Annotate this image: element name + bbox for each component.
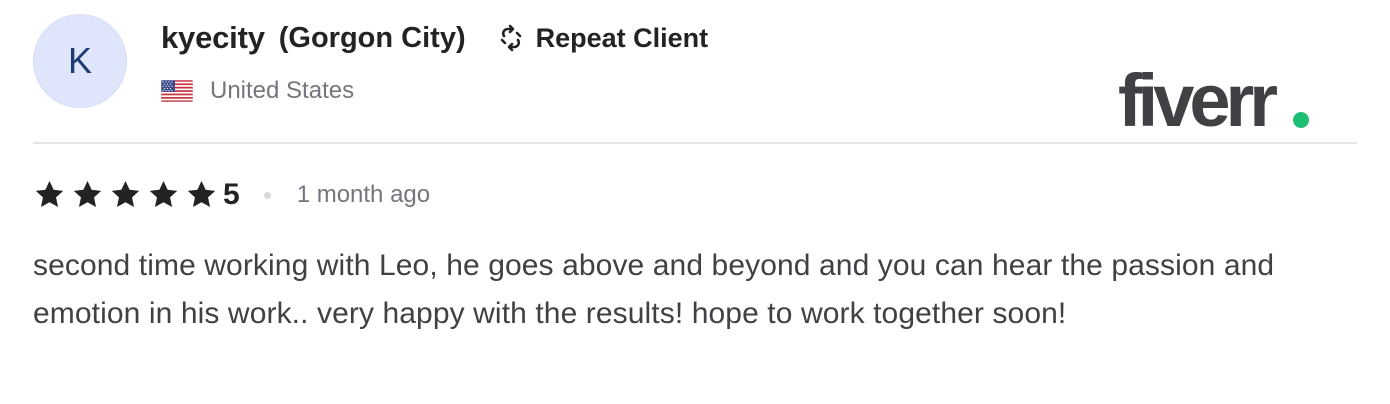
rating-score: 5	[223, 178, 240, 211]
fiverr-logo-text: fiverr	[1118, 62, 1277, 136]
divider	[33, 142, 1357, 144]
reviewer-country: United States	[210, 77, 355, 104]
us-flag-icon	[161, 80, 193, 102]
star-icon	[71, 179, 104, 211]
rating-row: 5 1 month ago	[33, 175, 430, 215]
reviewer-display-name: (Gorgon City)	[278, 21, 466, 54]
avatar-letter: K	[67, 40, 92, 81]
avatar[interactable]: K	[33, 14, 127, 108]
star-icon	[109, 179, 142, 211]
review-time: 1 month ago	[296, 181, 431, 208]
repeat-client-badge: Repeat Client	[496, 22, 709, 54]
repeat-arrows-icon	[496, 23, 526, 53]
reviewer-username[interactable]: kyecity	[161, 20, 265, 56]
fiverr-logo-dot	[1293, 112, 1309, 128]
repeat-client-label: Repeat Client	[535, 22, 709, 53]
review-text: second time working with Leo, he goes ab…	[33, 249, 1275, 330]
review-card: K kyecity (Gorgon City) Repeat Client Un…	[0, 0, 1390, 404]
star-rating	[33, 179, 223, 211]
star-icon	[33, 179, 66, 211]
reviewer-country-row: United States	[161, 72, 354, 110]
star-icon	[185, 179, 218, 211]
reviewer-header: kyecity (Gorgon City) Repeat Client	[161, 16, 708, 60]
separator-dot	[263, 191, 271, 199]
fiverr-logo: fiverr	[1118, 59, 1311, 142]
star-icon	[147, 179, 180, 211]
